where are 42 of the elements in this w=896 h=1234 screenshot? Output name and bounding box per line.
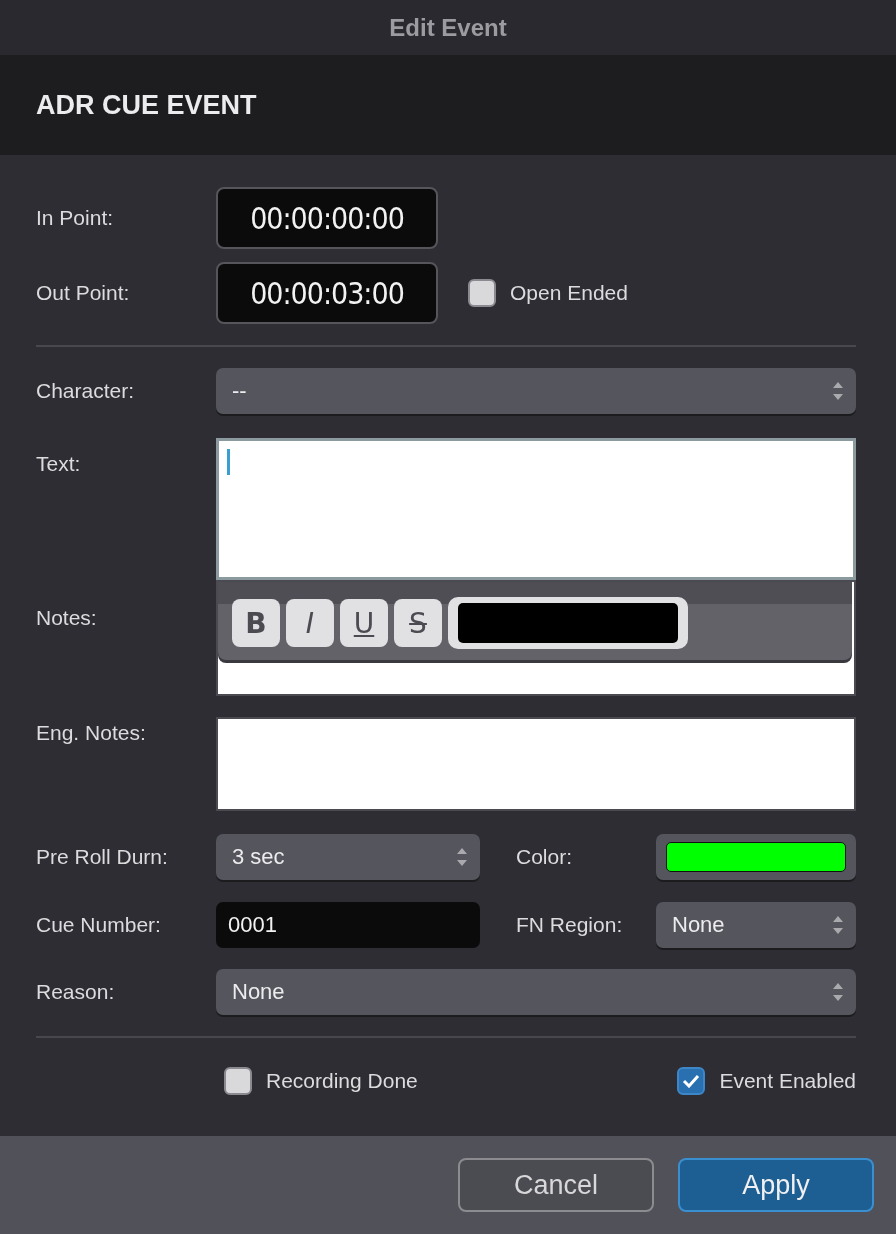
window-title: Edit Event <box>389 13 507 42</box>
reason-select[interactable]: None <box>216 969 856 1015</box>
updown-arrows-icon <box>832 380 844 402</box>
updown-arrows-icon <box>456 846 468 868</box>
character-select[interactable]: -- <box>216 368 856 414</box>
format-button[interactable]: I <box>286 599 334 647</box>
fn-region-select[interactable]: None <box>656 902 856 948</box>
field-label: FN Region: <box>516 913 624 937</box>
field-label: Pre Roll Durn: <box>36 845 169 869</box>
checkbox[interactable] <box>677 1067 706 1095</box>
field-label: Notes: <box>36 605 98 630</box>
format-button[interactable]: U <box>340 599 388 647</box>
checkbox-label: Recording Done <box>266 1069 418 1093</box>
field-label: Cue Number: <box>36 913 162 937</box>
field-label: Character: <box>36 379 136 403</box>
text-color-button[interactable] <box>448 597 688 649</box>
field-label: Eng. Notes: <box>36 720 147 745</box>
checkmark-icon <box>682 1074 701 1088</box>
pre-roll-select[interactable]: 3 sec <box>216 834 480 880</box>
updown-arrows-icon <box>832 981 844 1003</box>
cancel-button[interactable]: Cancel <box>458 1158 654 1212</box>
cue-number-field[interactable]: 0001 <box>216 902 480 948</box>
field-label: Text: <box>36 451 82 476</box>
updown-arrows-icon <box>832 914 844 936</box>
color-button[interactable] <box>656 834 856 880</box>
checkbox-label: Event Enabled <box>719 1069 856 1093</box>
timecode-field[interactable]: 00:00:03:00 <box>216 262 438 324</box>
timecode-field[interactable]: 00:00:00:00 <box>216 187 438 249</box>
format-button[interactable]: S <box>394 599 442 647</box>
eng-notes-area[interactable] <box>216 717 856 811</box>
field-label: In Point: <box>36 206 115 230</box>
notes-area[interactable]: B I U S <box>216 580 856 696</box>
field-label: Color: <box>516 845 574 869</box>
checkbox-label: Open Ended <box>510 281 628 305</box>
apply-button[interactable]: Apply <box>678 1158 874 1212</box>
text-area[interactable] <box>216 438 856 580</box>
checkbox[interactable] <box>468 279 496 307</box>
format-button[interactable]: B <box>232 599 280 647</box>
checkbox[interactable] <box>224 1067 252 1095</box>
field-label: Reason: <box>36 980 116 1004</box>
field-label: Out Point: <box>36 281 131 305</box>
dialog-heading: ADR CUE EVENT <box>36 89 257 121</box>
